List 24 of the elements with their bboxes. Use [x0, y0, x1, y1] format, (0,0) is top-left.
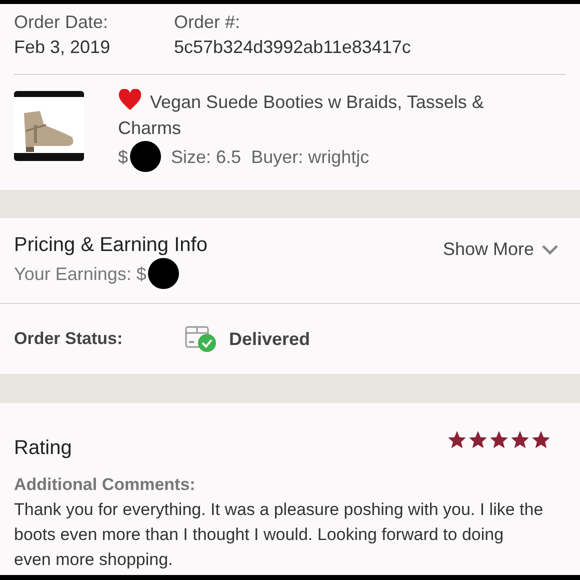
buyer: Buyer: wrightjc	[251, 146, 370, 169]
rating-title: Rating	[14, 436, 72, 461]
section-title: Pricing & Earning Info	[14, 233, 208, 258]
price: $	[118, 146, 128, 168]
order-number: 5c57b324d3992ab11e83417c	[174, 36, 411, 59]
star-icon	[448, 431, 466, 449]
comments-text: Thank you for everything. It was a pleasure poshing with you. I like the boots even more than I thought I would. Looking forward to doing even more shopping.	[14, 499, 544, 571]
order-number-label: Order #:	[174, 11, 242, 34]
earnings: Your Earnings: $	[14, 262, 146, 286]
delivered-box-icon	[185, 324, 219, 354]
heart-icon	[118, 89, 142, 111]
star-icon	[469, 431, 487, 449]
star-icon	[490, 431, 508, 449]
show-more-button[interactable]: Show More	[442, 236, 558, 263]
product-title[interactable]: Vegan Suede Booties w Braids, Tassels & Charms	[118, 89, 518, 141]
order-date-label: Order Date:	[14, 11, 110, 34]
order-date: Feb 3, 2019	[14, 36, 112, 59]
size: Size: 6.5	[171, 146, 242, 168]
star-icon	[532, 431, 550, 449]
chevron-icon	[542, 244, 558, 254]
order-status: Delivered	[229, 328, 310, 350]
comments-label: Additional Comments:	[14, 474, 196, 496]
order-status-label: Order Status:	[14, 328, 124, 350]
star-icon	[511, 431, 529, 449]
